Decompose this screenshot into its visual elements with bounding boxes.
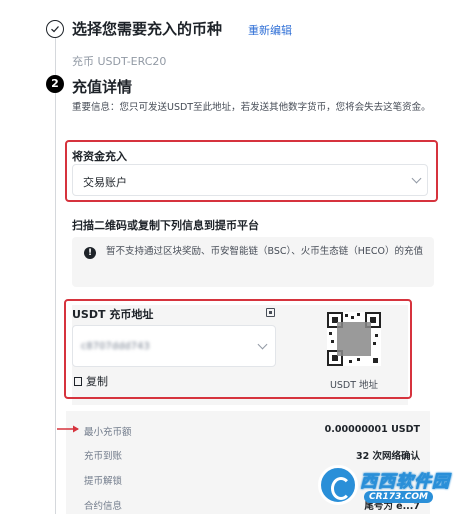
watermark-logo: 西西软件园 CR173.COM <box>318 465 462 507</box>
step1-title: 选择您需要充入的币种 <box>72 20 223 38</box>
info-row-min-deposit: 最小充币额 0.00000001 USDT <box>84 420 420 442</box>
copy-label: 复制 <box>86 375 108 388</box>
re-edit-link[interactable]: 重新编辑 <box>248 22 292 38</box>
chevron-down-icon <box>257 339 268 350</box>
info-icon: ! <box>84 247 96 259</box>
copy-address-button[interactable]: 复制 <box>74 373 108 389</box>
watermark-logo-icon <box>318 465 358 505</box>
info-key: 合约信息 <box>84 501 123 512</box>
address-label: USDT 充币地址 <box>72 308 154 321</box>
info-value: 0.00000001 USDT <box>324 424 420 435</box>
step-number-badge: 2 <box>46 75 64 93</box>
stepper-line <box>55 38 56 76</box>
important-notice: 重要信息：您只可发送USDT至此地址，若发送其他数字货币，您将会失去这笔资金。 <box>72 102 431 113</box>
copy-icon <box>74 377 82 386</box>
red-arrow-icon <box>57 425 79 433</box>
step2-title: 充值详情 <box>72 78 133 96</box>
warning-banner: ! 暂不支持通过区块奖励、币安智能链（BSC）、火币生态链（HECO）的充值 <box>72 237 434 287</box>
info-row-arrival: 充币到账 32 次网络确认 <box>84 444 420 466</box>
qr-caption: USDT 地址 <box>329 380 379 391</box>
info-value: 32 次网络确认 <box>355 451 420 462</box>
info-key: 提币解锁 <box>84 476 123 487</box>
watermark-url: CR173.COM <box>364 491 433 503</box>
fund-into-label: 将资金充入 <box>72 150 127 163</box>
scan-instructions-title: 扫描二维码或复制下列信息到提币平台 <box>72 219 259 232</box>
step-complete-check-icon <box>46 20 64 38</box>
show-qr-icon[interactable] <box>266 308 275 317</box>
address-select[interactable]: c8707ddd743 <box>72 325 276 367</box>
warning-text: 暂不支持通过区块奖励、币安智能链（BSC）、火币生态链（HECO）的充值 <box>106 246 424 257</box>
chevron-down-icon <box>411 173 422 184</box>
address-qr-code <box>327 312 381 366</box>
fund-into-value: 交易账户 <box>83 176 127 189</box>
address-value: c8707ddd743 <box>81 341 150 352</box>
info-key: 最小充币额 <box>84 427 132 438</box>
fund-into-select[interactable]: 交易账户 <box>72 164 428 196</box>
stepper-line <box>55 93 56 514</box>
info-key: 充币到账 <box>84 451 123 462</box>
selected-coin-text: 充币 USDT-ERC20 <box>72 55 167 68</box>
watermark-name: 西西软件园 <box>360 472 450 493</box>
